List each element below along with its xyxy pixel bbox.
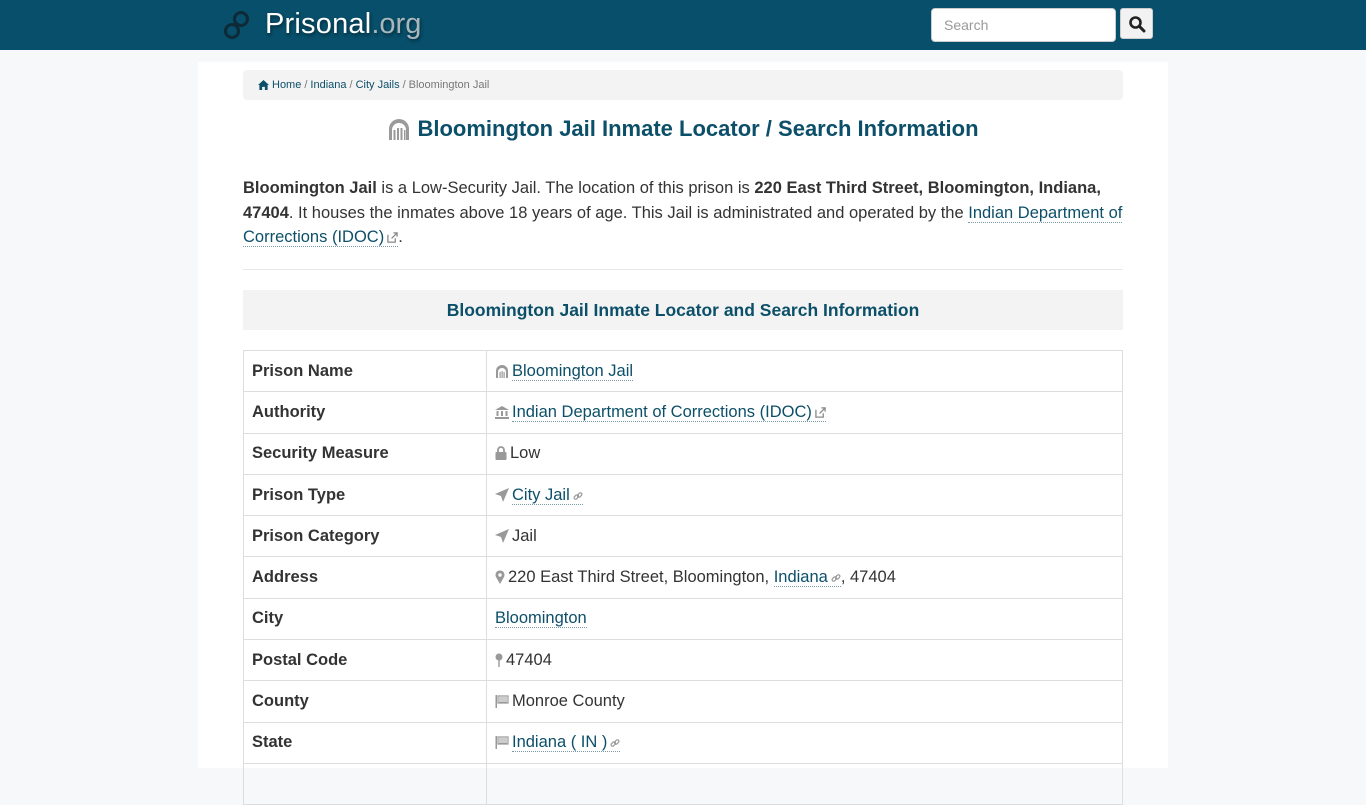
row-value-cell: Bloomington Jail: [486, 349, 1123, 393]
security-level: Low: [510, 444, 541, 463]
row-label: Address: [243, 556, 487, 599]
intro-text: .: [398, 228, 403, 246]
prison-icon: [496, 364, 508, 378]
row-label: Security Measure: [243, 432, 487, 475]
brand-tld: .org: [371, 8, 422, 40]
city-link[interactable]: Bloomington: [495, 609, 587, 629]
row-label: County: [243, 680, 487, 723]
search-icon: [1128, 15, 1145, 32]
table-row: Security Measure Low: [243, 432, 1123, 475]
row-value-cell: Low: [486, 432, 1123, 475]
table-row: Prison Name Bloomington Jail: [243, 349, 1123, 393]
breadcrumb: Home / Indiana / City Jails / Bloomingto…: [243, 70, 1123, 100]
brand-name: Prisonal: [265, 8, 372, 40]
row-value-cell: Monroe County: [486, 680, 1123, 723]
prison-category: Jail: [512, 526, 537, 545]
row-label: Postal Code: [243, 639, 487, 682]
address-state-text: Indiana: [773, 568, 828, 587]
row-label: Authority: [243, 391, 487, 434]
table-row: Authority Indian Department of Correctio…: [243, 391, 1123, 434]
flag-icon: [495, 736, 509, 750]
breadcrumb-home[interactable]: Home: [272, 79, 301, 91]
table-row: Prison Type City Jail: [243, 473, 1123, 517]
row-value-cell: Indian Department of Corrections (IDOC): [486, 391, 1123, 434]
breadcrumb-separator: /: [402, 79, 406, 91]
breadcrumb-city-jails[interactable]: City Jails: [356, 79, 400, 91]
external-link-icon: [387, 232, 398, 243]
bank-icon: [495, 405, 509, 419]
home-icon: [258, 80, 269, 90]
page-title: Bloomington Jail Inmate Locator / Search…: [417, 116, 979, 141]
row-label: Prison Category: [243, 515, 487, 558]
intro-text: . It houses the inmates above 18 years o…: [288, 203, 969, 222]
search-input[interactable]: [931, 8, 1116, 42]
row-value-cell: City Jail: [486, 473, 1123, 517]
row-label: [243, 762, 487, 805]
table-row: Address 220 East Third Street, Bloomingt…: [243, 556, 1123, 599]
breadcrumb-separator: /: [304, 79, 308, 91]
row-value-cell: Indiana ( IN ): [486, 721, 1123, 764]
prison-type-text: City Jail: [512, 485, 570, 504]
prison-type-link[interactable]: City Jail: [512, 485, 583, 505]
location-arrow-icon: [495, 487, 509, 502]
link-icon: [610, 739, 620, 748]
address-street: 220 East Third Street, Bloomington,: [508, 568, 774, 587]
breadcrumb-separator: /: [349, 79, 353, 91]
intro-prison-name: Bloomington Jail: [243, 179, 377, 197]
row-label: City: [243, 597, 487, 641]
link-icon: [831, 574, 841, 582]
county-name: Monroe County: [512, 692, 625, 711]
link-icon: [573, 491, 583, 500]
divider: [243, 269, 1123, 270]
section-title: Bloomington Jail Inmate Locator and Sear…: [446, 299, 920, 320]
address-state-link[interactable]: Indiana: [773, 568, 841, 588]
row-label: Prison Type: [243, 473, 487, 517]
table-row: State Indiana ( IN ): [243, 721, 1123, 764]
external-link-icon: [815, 407, 826, 418]
section-heading: Bloomington Jail Inmate Locator and Sear…: [243, 290, 1123, 330]
map-marker-icon: [495, 570, 505, 585]
row-value-cell: 47404: [486, 639, 1123, 682]
handcuffs-icon: [224, 10, 249, 39]
search-button[interactable]: [1120, 8, 1153, 39]
state-link-text: Indiana ( IN ): [512, 733, 608, 752]
intro-text: is a Low-Security Jail. The location of …: [376, 179, 755, 197]
row-label: Prison Name: [243, 349, 487, 393]
row-value-cell: 220 East Third Street, Bloomington, Indi…: [486, 556, 1123, 599]
authority-link[interactable]: Indian Department of Corrections (IDOC): [512, 402, 826, 422]
page-title-row: Bloomington Jail Inmate Locator / Search…: [243, 116, 1123, 142]
table-row: [243, 762, 1123, 805]
row-value-cell: Jail: [486, 515, 1123, 558]
top-navbar: Prisonal .org: [0, 0, 1366, 50]
breadcrumb-current: Bloomington Jail: [408, 79, 490, 91]
table-row: City Bloomington: [243, 597, 1123, 641]
prison-name-link[interactable]: Bloomington Jail: [512, 361, 634, 381]
map-pin-icon: [495, 653, 503, 667]
flag-icon: [495, 695, 509, 709]
authority-link-text: Indian Department of Corrections (IDOC): [512, 402, 812, 421]
location-arrow-icon: [495, 528, 509, 543]
row-value-cell: Bloomington: [486, 597, 1123, 641]
breadcrumb-indiana[interactable]: Indiana: [310, 79, 346, 91]
intro-paragraph: Bloomington Jail is a Low-Security Jail.…: [243, 176, 1123, 250]
lock-icon: [495, 446, 507, 461]
table-row: Prison Category Jail: [243, 515, 1123, 558]
address-zip: , 47404: [840, 568, 896, 587]
state-link[interactable]: Indiana ( IN ): [512, 733, 621, 753]
row-label: State: [243, 721, 487, 764]
row-value-cell: [486, 762, 1123, 805]
table-row: County Monroe County: [243, 680, 1123, 723]
main-content: Home / Indiana / City Jails / Bloomingto…: [198, 62, 1168, 805]
info-table: Prison Name Bloomington Jail Authority I…: [243, 349, 1123, 805]
search-form: [931, 8, 1153, 42]
brand-logo-link[interactable]: Prisonal .org: [221, 8, 421, 41]
postal-code: 47404: [506, 650, 552, 669]
prison-gate-icon: [389, 119, 410, 140]
table-row: Postal Code 47404: [243, 639, 1123, 682]
